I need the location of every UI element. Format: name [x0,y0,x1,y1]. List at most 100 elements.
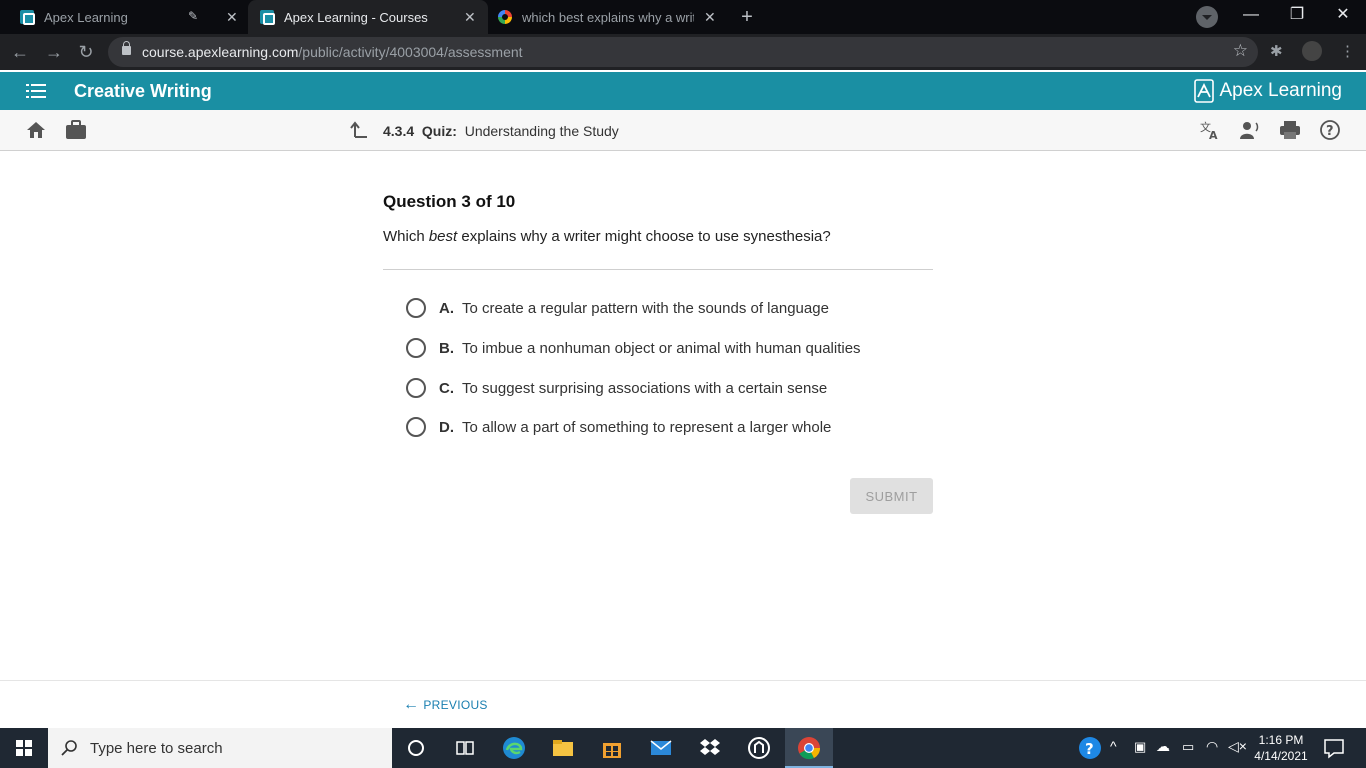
activity-number: 4.3.4 [383,123,415,139]
app-header: Creative Writing Apex Learning [0,72,1366,110]
mail-icon[interactable] [649,736,673,760]
answer-option-b[interactable]: B. To imbue a nonhuman object or animal … [406,336,861,360]
svg-text:?: ? [1326,124,1334,139]
search-icon [61,740,77,756]
lock-icon [122,41,131,55]
apex-logo-icon [1194,79,1215,103]
chrome-icon [798,737,821,760]
tab-title: Apex Learning [44,9,128,25]
option-text: To create a regular pattern with the sou… [462,299,829,317]
windows-start-icon[interactable] [0,728,48,768]
taskbar-clock[interactable]: 1:16 PM 4/14/2021 [1250,732,1312,764]
browser-tab-google-search[interactable]: which best explains why a writer ✕ [488,0,728,34]
answer-option-d[interactable]: D. To allow a part of something to repre… [406,415,831,439]
clock-time: 1:16 PM [1258,733,1304,747]
activity-title: Understanding the Study [464,123,619,139]
tab-title: Apex Learning - Courses [284,9,428,25]
minimize-window-button[interactable]: — [1228,0,1274,32]
option-text: To imbue a nonhuman object or animal wit… [462,339,861,357]
radio-button[interactable] [406,338,426,358]
apex-favicon-icon [20,10,35,25]
radio-button[interactable] [406,417,426,437]
close-tab-icon[interactable]: ✕ [464,9,476,26]
help-tray-icon[interactable]: ? [1078,736,1102,760]
show-hidden-icons-icon[interactable]: ^ [1110,738,1117,768]
clock-date: 4/14/2021 [1254,749,1308,763]
briefcase-icon[interactable] [65,120,87,140]
task-view-icon[interactable] [453,736,477,760]
footer-divider [0,680,1366,681]
back-button[interactable]: ← [8,40,32,64]
previous-button[interactable]: ← PREVIOUS [403,696,488,714]
text-to-speech-icon[interactable] [1239,120,1261,140]
option-letter: D. [439,418,454,436]
help-icon[interactable]: ? [1319,120,1341,140]
profile-avatar[interactable] [1302,41,1322,61]
up-level-icon[interactable] [350,121,368,139]
browser-tab-apex-courses[interactable]: Apex Learning - Courses ✕ [248,0,488,34]
option-letter: C. [439,379,454,397]
submit-button[interactable]: SUBMIT [850,478,933,514]
meet-now-icon[interactable]: ▣ [1134,739,1146,768]
forward-button[interactable]: → [42,40,66,64]
restore-window-button[interactable]: ❐ [1274,0,1320,32]
new-tab-button[interactable]: + [734,5,760,29]
browser-menu-icon[interactable]: ⋮ [1340,42,1355,60]
tab-search-icon[interactable] [1196,6,1218,28]
volume-muted-icon[interactable]: ◁× [1228,738,1247,768]
edge-icon[interactable] [502,736,526,760]
breadcrumb: 4.3.4 Quiz: Understanding the Study [383,123,619,139]
answer-option-a[interactable]: A. To create a regular pattern with the … [406,296,829,320]
course-title: Creative Writing [74,81,212,101]
translate-icon[interactable]: 文 A [1199,120,1221,140]
onedrive-icon[interactable]: ☁ [1156,738,1170,768]
apex-favicon-icon [260,10,275,25]
store-icon[interactable] [600,736,624,760]
battery-icon[interactable]: ▭ [1182,739,1194,768]
search-placeholder: Type here to search [90,739,223,757]
browser-toolbar: ← → ↻ course.apexlearning.com/public/act… [0,34,1366,70]
tab-title: which best explains why a writer [522,9,694,25]
brand-name: Apex Learning [1219,80,1342,101]
svg-text:A: A [1209,129,1218,140]
taskbar-search-input[interactable]: Type here to search [48,728,392,768]
cortana-icon[interactable] [404,736,428,760]
option-text: To suggest surprising associations with … [462,379,828,397]
file-explorer-icon[interactable] [551,736,575,760]
activity-toolbar: 4.3.4 Quiz: Understanding the Study 文 A … [0,110,1366,151]
activity-type: Quiz: [421,123,457,139]
browser-tab-apex-learning[interactable]: Apex Learning ✎ ✕ [0,0,248,34]
app-shield-icon[interactable] [747,736,771,760]
wifi-icon[interactable]: ◠ [1206,738,1218,768]
google-favicon-icon [498,10,512,24]
print-icon[interactable] [1279,120,1301,140]
url-text: course.apexlearning.com/public/activity/… [142,44,523,60]
question-counter: Question 3 of 10 [383,192,516,211]
reload-button[interactable]: ↻ [74,40,98,64]
svg-text:?: ? [1085,740,1094,758]
audio-icon: ✎ [188,9,199,23]
bookmark-star-icon[interactable]: ☆ [1233,41,1248,61]
address-bar[interactable]: course.apexlearning.com/public/activity/… [108,37,1258,67]
option-letter: B. [439,339,454,357]
dropbox-icon[interactable] [698,736,722,760]
radio-button[interactable] [406,378,426,398]
option-letter: A. [439,299,454,317]
chrome-taskbar-active[interactable] [785,728,833,768]
close-tab-icon[interactable]: ✕ [226,9,238,26]
close-window-button[interactable]: ✕ [1320,0,1366,32]
notifications-icon[interactable] [1322,736,1346,760]
menu-icon[interactable] [26,84,46,98]
windows-taskbar: Type here to search ? ^ ▣ ☁ ▭ ◠ ◁× 1:16 … [0,728,1366,768]
question-text: Which best explains why a writer might c… [383,228,831,245]
previous-label: PREVIOUS [423,698,488,712]
close-tab-icon[interactable]: ✕ [704,9,716,26]
home-icon[interactable] [25,120,47,140]
question-divider [383,269,933,270]
extensions-icon[interactable]: ✱ [1270,42,1283,60]
browser-tab-strip: Apex Learning ✎ ✕ Apex Learning - Course… [0,0,1366,34]
radio-button[interactable] [406,298,426,318]
answer-option-c[interactable]: C. To suggest surprising associations wi… [406,376,827,400]
apex-logo: Apex Learning [1194,79,1342,103]
arrow-left-icon: ← [403,696,420,713]
